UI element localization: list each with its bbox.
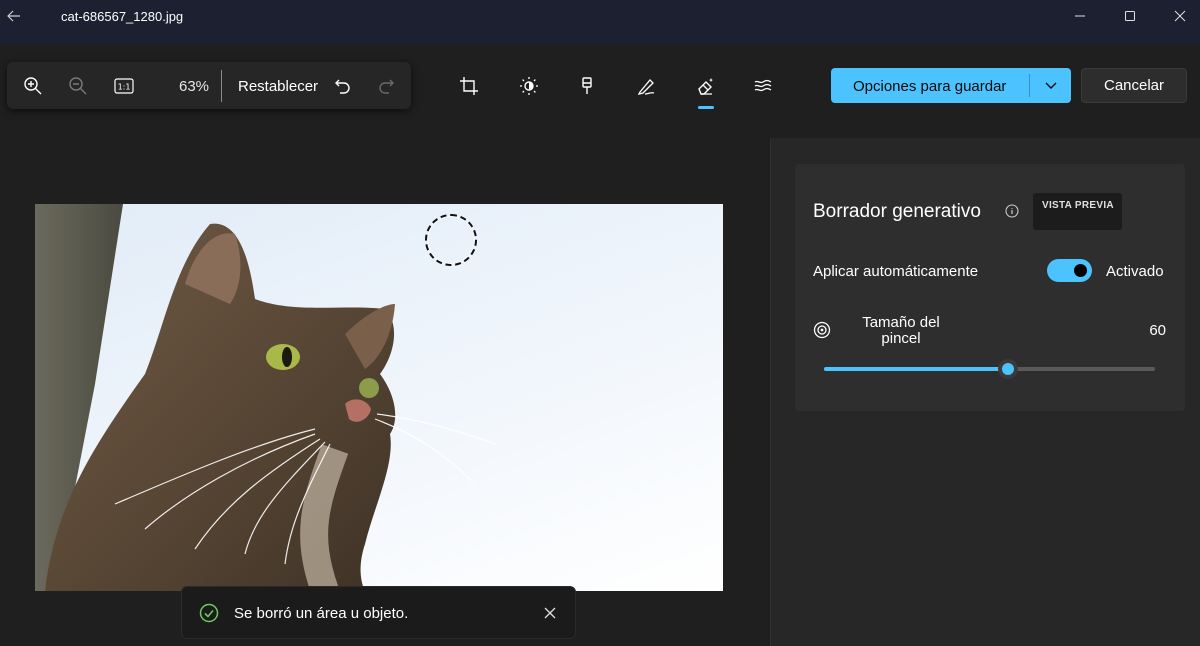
slider-fill bbox=[824, 367, 1009, 371]
window-title: cat-686567_1280.jpg bbox=[61, 9, 184, 24]
success-check-icon bbox=[199, 603, 219, 623]
active-tool-indicator bbox=[698, 106, 714, 109]
cat-illustration bbox=[35, 204, 496, 591]
save-options-label: Opciones para guardar bbox=[853, 78, 1007, 95]
zoom-toolbar: 1:1 63% Restablecer bbox=[7, 62, 411, 109]
actual-size-icon[interactable]: 1:1 bbox=[112, 74, 136, 98]
redo-icon[interactable] bbox=[374, 74, 398, 98]
background-blur-icon[interactable] bbox=[752, 74, 776, 98]
panel-title: Borrador generativo bbox=[813, 201, 981, 222]
crop-icon[interactable] bbox=[457, 74, 481, 98]
title-bar: cat-686567_1280.jpg bbox=[0, 0, 1200, 44]
brush-size-icon bbox=[812, 320, 832, 340]
filter-icon[interactable] bbox=[575, 74, 599, 98]
zoom-in-icon[interactable] bbox=[21, 74, 45, 98]
cat-photo[interactable] bbox=[35, 204, 723, 591]
undo-icon[interactable] bbox=[331, 74, 355, 98]
markup-pen-icon[interactable] bbox=[634, 74, 658, 98]
zoom-out-icon[interactable] bbox=[66, 74, 90, 98]
zoom-level: 63% bbox=[179, 78, 210, 95]
generative-erase-icon[interactable] bbox=[694, 74, 718, 98]
reset-button[interactable]: Restablecer bbox=[238, 78, 318, 95]
save-options-button[interactable]: Opciones para guardar bbox=[831, 68, 1071, 103]
adjust-brightness-icon[interactable] bbox=[517, 74, 541, 98]
save-split-divider bbox=[1029, 74, 1030, 97]
close-icon[interactable] bbox=[540, 603, 560, 623]
toolbar-divider bbox=[221, 70, 222, 102]
brush-size-label: Tamaño del pincel bbox=[862, 314, 940, 347]
auto-apply-state: Activado bbox=[1106, 263, 1164, 280]
actual-size-label: 1:1 bbox=[118, 83, 131, 92]
toast-message: Se borró un área u objeto. bbox=[234, 605, 409, 622]
back-arrow-icon[interactable] bbox=[4, 6, 24, 26]
maximize-icon[interactable] bbox=[1120, 6, 1140, 26]
cancel-button[interactable]: Cancelar bbox=[1081, 68, 1187, 103]
brush-size-value: 60 bbox=[1149, 322, 1166, 339]
auto-apply-toggle[interactable] bbox=[1047, 259, 1092, 282]
auto-apply-label: Aplicar automáticamente bbox=[813, 263, 979, 280]
close-icon[interactable] bbox=[1170, 6, 1190, 26]
chevron-down-icon[interactable] bbox=[1041, 75, 1061, 95]
toggle-knob bbox=[1074, 264, 1087, 277]
brush-cursor-circle bbox=[425, 214, 477, 266]
brush-size-slider[interactable] bbox=[824, 359, 1155, 379]
preview-badge: VISTA PREVIA bbox=[1033, 193, 1122, 230]
status-toast: Se borró un área u objeto. bbox=[181, 586, 576, 639]
minimize-icon[interactable] bbox=[1070, 6, 1090, 26]
info-icon[interactable] bbox=[1005, 204, 1019, 218]
